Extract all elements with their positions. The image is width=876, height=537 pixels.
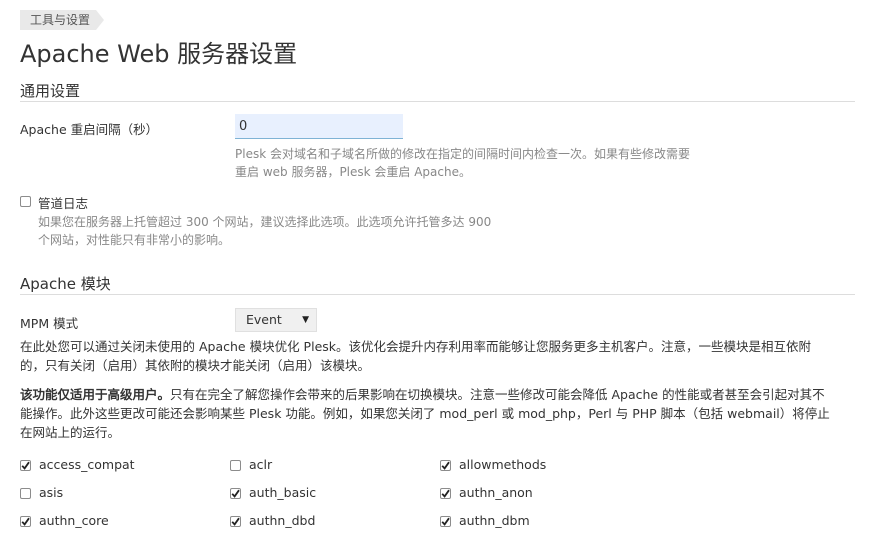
restart-interval-hint: Plesk 会对域名和子域名所做的修改在指定的间隔时间内检查一次。如果有些修改需…: [235, 145, 690, 181]
module-checkbox-authn-dbm[interactable]: [440, 516, 451, 527]
module-checkbox-allowmethods[interactable]: [440, 460, 451, 471]
restart-hint-line2: 重启 web 服务器，Plesk 会重启 Apache。: [235, 165, 471, 179]
checkmark-icon: [231, 489, 240, 498]
dropdown-arrow-icon: ▼: [302, 315, 309, 325]
module-label-auth-basic[interactable]: auth_basic: [249, 485, 316, 500]
module-checkbox-authn-core[interactable]: [20, 516, 31, 527]
mpm-mode-label: MPM 模式: [20, 316, 79, 331]
module-checkbox-asis[interactable]: [20, 488, 31, 499]
module-label-authn-dbd[interactable]: authn_dbd: [249, 513, 315, 528]
checkmark-icon: [441, 489, 450, 498]
modules-description: 在此处您可以通过关闭未使用的 Apache 模块优化 Plesk。该优化会提升内…: [20, 337, 860, 375]
mpm-mode-select[interactable]: Event ▼: [235, 308, 317, 332]
apache-modules-heading: Apache 模块: [20, 275, 111, 293]
section-divider: [20, 101, 855, 102]
warning-text: 只有在完全了解您操作会带来的后果影响在切换模块。注意一些修改可能会降低 Apac…: [170, 387, 825, 402]
page: 工具与设置 Apache Web 服务器设置 通用设置 Apache 重启间隔（…: [0, 0, 876, 537]
modules-desc-line2: 的，只有关闭（启用）其依附的模块才能关闭（启用）该模块。: [20, 358, 371, 373]
warning-bold-text: 该功能仅适用于高级用户。: [20, 387, 171, 402]
checkmark-icon: [441, 517, 450, 526]
module-label-access-compat[interactable]: access_compat: [39, 457, 135, 472]
module-checkbox-access-compat[interactable]: [20, 460, 31, 471]
mpm-mode-value: Event: [246, 312, 282, 327]
module-checkbox-aclr[interactable]: [230, 460, 241, 471]
checkmark-icon: [231, 517, 240, 526]
module-checkbox-auth-basic[interactable]: [230, 488, 241, 499]
modules-warning-line3: 在网站上的运行。: [20, 425, 121, 440]
breadcrumb[interactable]: 工具与设置: [20, 10, 104, 30]
module-label-authn-dbm[interactable]: authn_dbm: [459, 513, 530, 528]
module-label-asis[interactable]: asis: [39, 485, 63, 500]
general-settings-heading: 通用设置: [20, 82, 81, 100]
restart-hint-line1: Plesk 会对域名和子域名所做的修改在指定的间隔时间内检查一次。如果有些修改需…: [235, 147, 690, 161]
restart-interval-input[interactable]: [235, 114, 403, 139]
page-title: Apache Web 服务器设置: [20, 40, 298, 68]
module-label-allowmethods[interactable]: allowmethods: [459, 457, 546, 472]
piped-logs-label[interactable]: 管道日志: [38, 193, 88, 212]
restart-interval-label: Apache 重启间隔（秒）: [20, 122, 159, 137]
module-label-authn-anon[interactable]: authn_anon: [459, 485, 533, 500]
modules-warning-line2: 能操作。此外这些更改可能还会影响某些 Plesk 功能。例如，如果您关闭了 mo…: [20, 406, 830, 421]
module-checkbox-authn-dbd[interactable]: [230, 516, 241, 527]
modules-warning: 该功能仅适用于高级用户。只有在完全了解您操作会带来的后果影响在切换模块。注意一些…: [20, 385, 860, 442]
checkmark-icon: [441, 461, 450, 470]
modules-warning-line1: 该功能仅适用于高级用户。只有在完全了解您操作会带来的后果影响在切换模块。注意一些…: [20, 385, 860, 404]
checkmark-icon: [21, 517, 30, 526]
piped-logs-hint-line1: 如果您在服务器上托管超过 300 个网站，建议选择此选项。此选项允许托管多达 9…: [38, 215, 492, 229]
module-checkbox-authn-anon[interactable]: [440, 488, 451, 499]
piped-logs-hint: 如果您在服务器上托管超过 300 个网站，建议选择此选项。此选项允许托管多达 9…: [38, 213, 491, 249]
piped-logs-hint-line2: 个网站，对性能只有非常小的影响。: [38, 233, 231, 247]
module-label-aclr[interactable]: aclr: [249, 457, 272, 472]
piped-logs-checkbox[interactable]: [20, 196, 31, 207]
section-divider: [20, 294, 855, 295]
checkmark-icon: [21, 461, 30, 470]
modules-desc-line1: 在此处您可以通过关闭未使用的 Apache 模块优化 Plesk。该优化会提升内…: [20, 339, 812, 354]
module-label-authn-core[interactable]: authn_core: [39, 513, 109, 528]
